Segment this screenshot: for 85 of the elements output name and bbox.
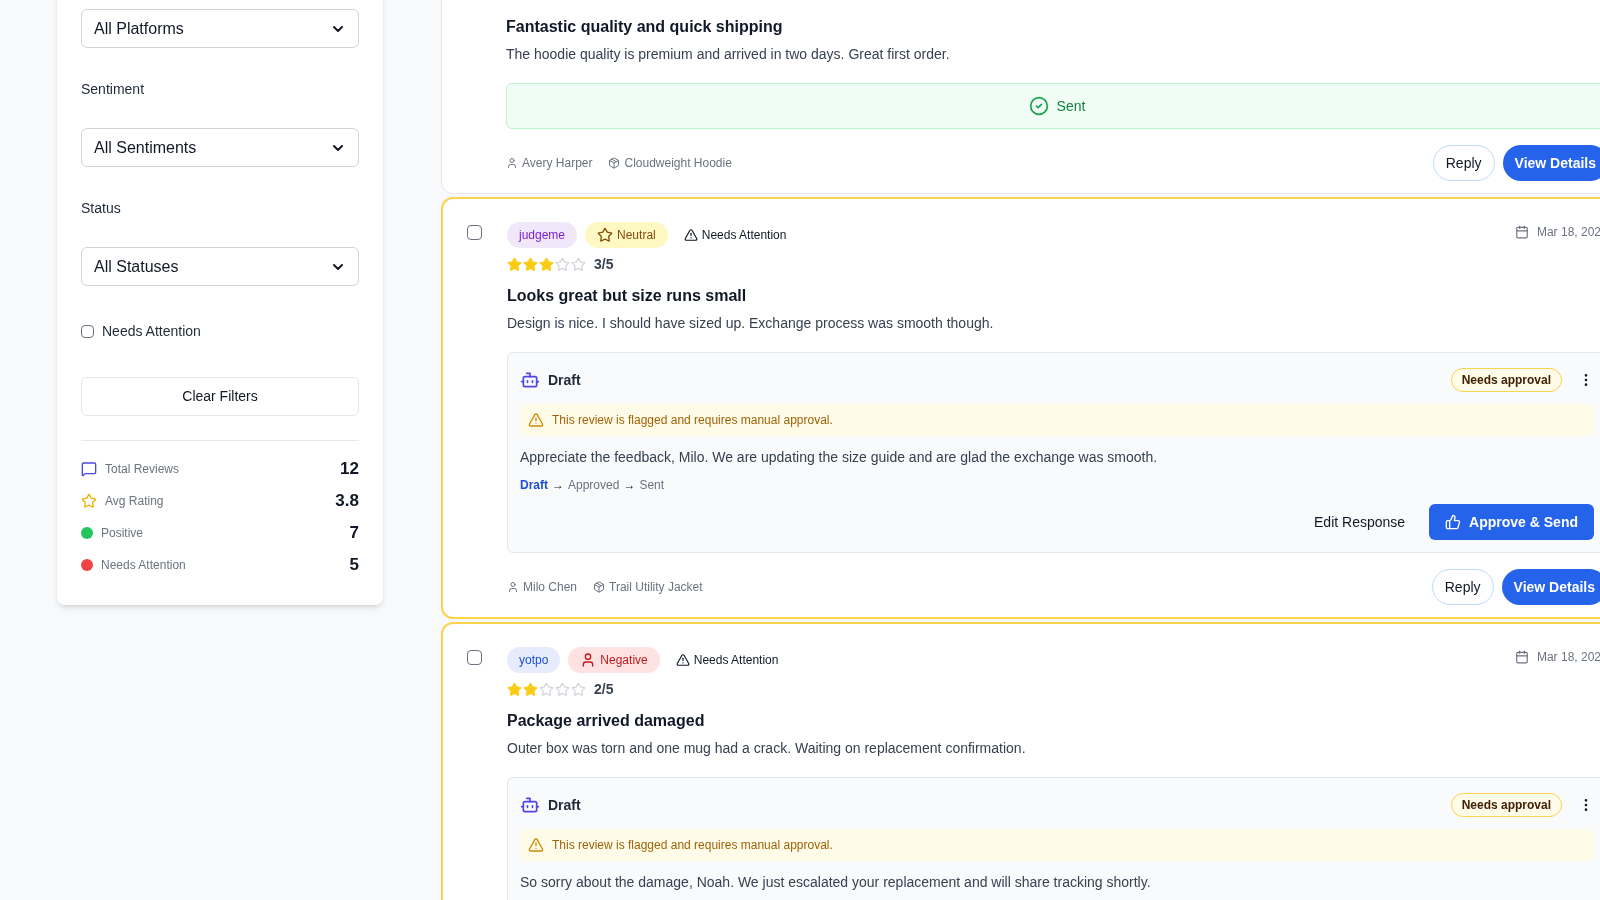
warning-icon <box>528 837 544 853</box>
edit-response-button[interactable]: Edit Response <box>1310 504 1410 540</box>
stat-value: 12 <box>340 458 359 481</box>
reply-button[interactable]: Reply <box>1432 145 1495 181</box>
stat-label: Avg Rating <box>105 493 164 510</box>
package-icon <box>593 581 606 593</box>
star-icon <box>523 682 538 697</box>
workflow-step: Sent <box>639 476 665 494</box>
review-date: Mar 18, 202 <box>1536 649 1600 666</box>
star-icon <box>555 257 570 272</box>
star-icon <box>523 257 538 272</box>
stat-label: Positive <box>101 525 144 542</box>
chat-icon <box>81 461 97 477</box>
filter-label: Status <box>81 199 122 218</box>
filter-label: Sentiment <box>81 80 146 99</box>
view-details-button[interactable]: View Details <box>1502 145 1600 181</box>
review-date: Mar 18, 202 <box>1536 224 1600 241</box>
approve-send-button[interactable]: Approve & Send <box>1429 504 1594 540</box>
arrow-separator: → <box>623 477 636 494</box>
select-checkbox[interactable] <box>467 225 482 240</box>
star-icon <box>507 257 522 272</box>
person-icon <box>506 157 518 169</box>
sentiment-badge: Negative <box>568 647 660 673</box>
review-text: Outer box was torn and one mug had a crack. Waiting on replacement confirmation. <box>507 739 1027 758</box>
star-icon <box>539 257 554 272</box>
robot-icon <box>520 370 540 390</box>
rating-text: 3/5 <box>594 255 614 274</box>
view-details-button[interactable]: View Details <box>1501 569 1600 605</box>
stat-label: Total Reviews <box>105 461 180 478</box>
approval-badge: Needs approval <box>1450 368 1562 392</box>
checkbox[interactable] <box>81 325 94 338</box>
star-icon <box>571 257 586 272</box>
check-circle-icon <box>1028 96 1049 116</box>
workflow-step: Draft <box>520 476 548 494</box>
product-name: Cloudweight Hoodie <box>624 155 732 172</box>
clear-filters-button[interactable]: Clear Filters <box>81 377 359 416</box>
stat-value: 7 <box>349 522 359 545</box>
stat-value: 3.8 <box>335 490 359 513</box>
sentiment-badge: Neutral <box>585 222 668 248</box>
approval-badge: Needs approval <box>1450 793 1562 817</box>
attention-label: Needs Attention <box>701 227 787 244</box>
draft-text: So sorry about the damage, Noah. We just escalated your replacement and will share tracking shortly. <box>520 873 1152 892</box>
author-name: Avery Harper <box>522 155 593 172</box>
draft-text: Appreciate the feedback, Milo. We are updating the size guide and are glad the exchange was smooth. <box>520 448 1159 467</box>
author-name: Milo Chen <box>523 579 578 596</box>
warning-icon <box>675 653 690 667</box>
robot-icon <box>520 795 540 815</box>
filter-select[interactable]: All Platforms <box>81 9 359 48</box>
warning-icon <box>528 412 544 428</box>
platform-badge: judgeme <box>507 222 578 248</box>
star-icon <box>539 682 554 697</box>
star-icon <box>555 682 570 697</box>
stat-label: Needs Attention <box>101 557 186 574</box>
warning-text: This review is flagged and requires manual approval. <box>552 412 833 429</box>
review-title: Looks great but size runs small <box>507 286 748 306</box>
calendar-icon <box>1514 225 1529 239</box>
star-icon <box>597 227 614 243</box>
filter-select[interactable]: All Sentiments <box>81 128 359 167</box>
platform-badge: yotpo <box>507 647 561 673</box>
stat-value: 5 <box>349 554 359 577</box>
review-text: The hoodie quality is premium and arrived in two days. Great first order. <box>506 45 951 64</box>
person-icon <box>507 581 519 593</box>
attention-label: Needs Attention <box>693 652 779 669</box>
warning-icon <box>683 228 698 242</box>
star-icon <box>81 493 97 509</box>
checkbox-label: Needs Attention <box>102 322 201 341</box>
select-checkbox[interactable] <box>467 650 482 665</box>
reply-button[interactable]: Reply <box>1431 569 1494 605</box>
draft-title: Draft <box>548 370 581 390</box>
sent-label: Sent <box>1056 96 1086 116</box>
thumbs-up-icon <box>1445 514 1462 530</box>
rating-text: 2/5 <box>594 680 614 699</box>
star-icon <box>571 682 586 697</box>
review-title: Package arrived damaged <box>507 711 706 731</box>
draft-title: Draft <box>548 795 581 815</box>
review-text: Design is nice. I should have sized up. Exchange process was smooth though. <box>507 314 995 333</box>
star-icon <box>507 682 522 697</box>
package-icon <box>608 157 621 169</box>
product-name: Trail Utility Jacket <box>609 579 703 596</box>
review-title: Fantastic quality and quick shipping <box>506 17 784 37</box>
filter-select[interactable]: All Statuses <box>81 247 359 286</box>
workflow-step: Approved <box>568 476 620 494</box>
warning-text: This review is flagged and requires manual approval. <box>552 837 833 854</box>
calendar-icon <box>1514 650 1529 664</box>
arrow-separator: → <box>552 477 564 494</box>
